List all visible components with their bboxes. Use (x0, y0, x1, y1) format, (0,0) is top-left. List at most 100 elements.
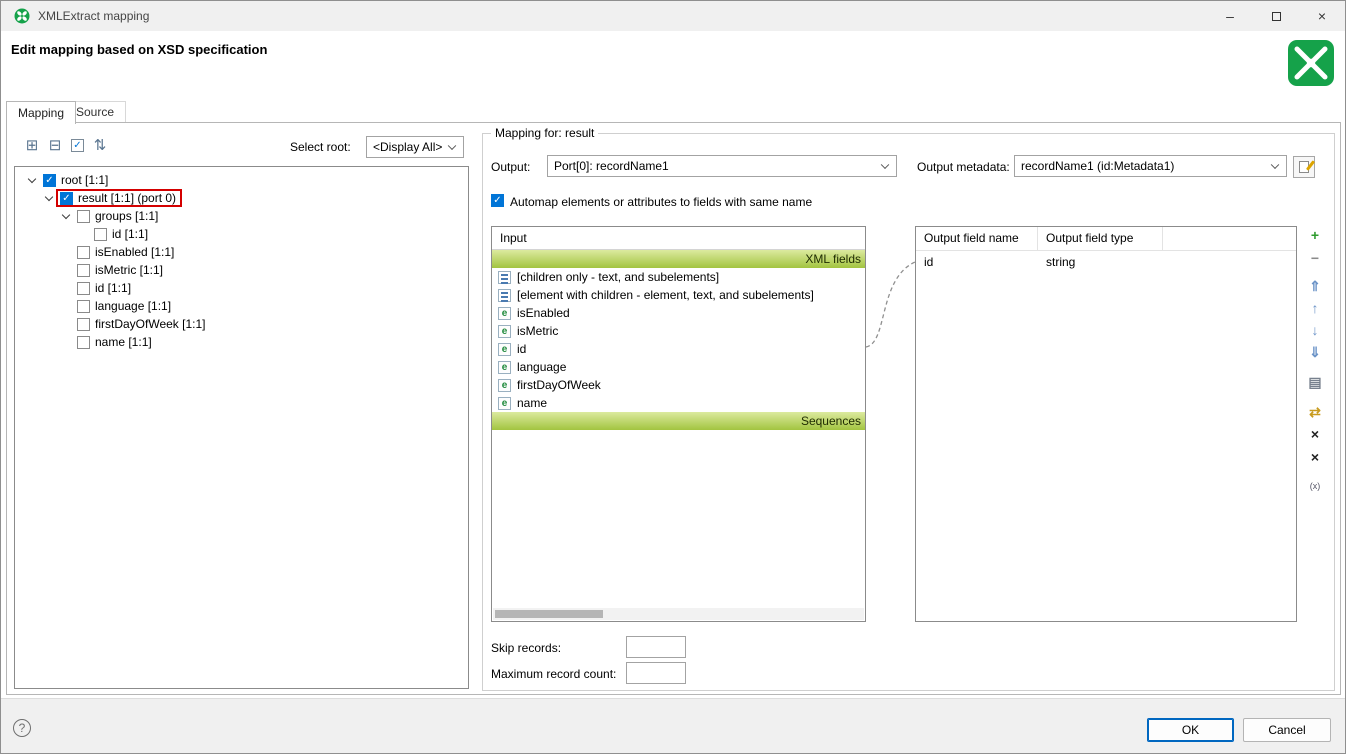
chevron-slot (59, 300, 72, 313)
dialog-title: Edit mapping based on XSD specification (11, 42, 267, 57)
tree-item-body: ✓root [1:1] (39, 171, 114, 189)
input-section-band: Sequences (492, 412, 865, 430)
tree-item-checkbox[interactable] (77, 336, 90, 349)
tree-item-checkbox[interactable] (77, 210, 90, 223)
add-field-icon[interactable]: + (1306, 226, 1324, 244)
move-bottom-icon[interactable]: ⇓ (1306, 343, 1324, 361)
help-button[interactable]: ? (13, 719, 31, 737)
chevron-slot (59, 246, 72, 259)
tab-mapping[interactable]: Mapping (6, 101, 76, 124)
tree-item-checkbox[interactable] (77, 282, 90, 295)
scrollbar-thumb[interactable] (495, 610, 603, 618)
skip-records-input[interactable] (626, 636, 686, 658)
output-table-body: idstring (916, 251, 1296, 273)
tree-item-checkbox[interactable]: ✓ (60, 192, 73, 205)
edit-metadata-icon (1299, 161, 1309, 173)
element-icon: e (498, 343, 511, 356)
input-field-item[interactable]: ename (492, 394, 865, 412)
close-button[interactable]: × (1299, 1, 1345, 31)
output-column-filler (1163, 227, 1296, 250)
output-table-row[interactable]: idstring (916, 251, 1296, 273)
select-root-label: Select root: (290, 140, 351, 154)
output-column-header[interactable]: Output field type (1038, 227, 1163, 250)
tree-item[interactable]: firstDayOfWeek [1:1] (15, 315, 468, 333)
xsd-tree[interactable]: ✓root [1:1]✓result [1:1] (port 0) groups … (14, 166, 469, 689)
edit-metadata-button[interactable] (1293, 156, 1315, 178)
input-field-item[interactable]: eisMetric (492, 322, 865, 340)
tree-item[interactable]: ✓result [1:1] (port 0) (15, 189, 468, 207)
tree-item-checkbox[interactable]: ✓ (43, 174, 56, 187)
input-field-item[interactable]: eid (492, 340, 865, 358)
xmlextract-mapping-dialog: XMLExtract mapping – × Edit mapping base… (0, 0, 1346, 754)
tree-item[interactable]: name [1:1] (15, 333, 468, 351)
tree-item[interactable]: ✓root [1:1] (15, 171, 468, 189)
maximize-icon (1272, 12, 1281, 21)
tree-item[interactable]: id [1:1] (15, 279, 468, 297)
maximize-button[interactable] (1253, 1, 1299, 31)
collapse-all-icon[interactable]: ⊟ (46, 136, 64, 154)
input-field-item[interactable]: e firstDayOfWeek (492, 376, 865, 394)
element-icon: e (498, 379, 511, 392)
chevron-expanded-icon[interactable] (25, 174, 38, 187)
input-field-label: firstDayOfWeek (517, 378, 601, 392)
tree-order-icon[interactable]: ⇅ (91, 136, 109, 154)
tree-item-checkbox[interactable] (77, 318, 90, 331)
select-fields-icon[interactable]: ▤ (1306, 373, 1324, 391)
output-column-header[interactable]: Output field name (916, 227, 1038, 250)
horizontal-scrollbar[interactable] (493, 608, 864, 620)
chevron-glyph (44, 192, 52, 200)
wildcard-mapping-icon[interactable]: (x) (1306, 477, 1324, 495)
tree-item[interactable]: language [1:1] (15, 297, 468, 315)
expand-all-icon[interactable]: ⊞ (23, 136, 41, 154)
tree-item-label: isMetric [1:1] (95, 263, 163, 277)
element-children-icon (498, 289, 511, 302)
mapping-tab-content: ⊞ ⊟ ✓ ⇅ Select root: <Display All> ✓root [1… (6, 122, 1341, 695)
clear-all-mappings-icon[interactable]: × (1306, 448, 1324, 466)
input-field-label: language (517, 360, 566, 374)
move-up-icon[interactable]: ↑ (1306, 299, 1324, 317)
tree-item[interactable]: groups [1:1] (15, 207, 468, 225)
input-field-label: name (517, 396, 547, 410)
tree-item-label: groups [1:1] (95, 209, 158, 223)
output-metadata-select[interactable]: recordName1 (id:Metadata1) (1014, 155, 1287, 177)
chevron-expanded-icon[interactable] (59, 210, 72, 223)
output-fields-table[interactable]: Output field nameOutput field type idstr… (915, 226, 1297, 622)
tree-item[interactable]: isEnabled [1:1] (15, 243, 468, 261)
input-field-item[interactable]: elanguage (492, 358, 865, 376)
output-metadata-label: Output metadata: (917, 160, 1010, 174)
move-top-icon[interactable]: ⇑ (1306, 277, 1324, 295)
tree-item-checkbox[interactable] (77, 246, 90, 259)
check-all-icon[interactable]: ✓ (71, 139, 84, 152)
select-root-value: <Display All> (373, 140, 442, 154)
select-root-dropdown[interactable]: <Display All> (366, 136, 464, 158)
clover-logo (1288, 40, 1334, 86)
input-field-item[interactable]: [children only - text, and subelements] (492, 268, 865, 286)
tree-item-label: isEnabled [1:1] (95, 245, 174, 259)
skip-records-label: Skip records: (491, 641, 561, 655)
cancel-button[interactable]: Cancel (1243, 718, 1331, 742)
element-icon: e (498, 325, 511, 338)
output-metadata-value: recordName1 (id:Metadata1) (1021, 159, 1174, 173)
tree-item-checkbox[interactable] (94, 228, 107, 241)
remove-field-icon[interactable]: − (1306, 249, 1324, 267)
max-record-count-input[interactable] (626, 662, 686, 684)
tree-item-checkbox[interactable] (77, 300, 90, 313)
element-icon: e (498, 307, 511, 320)
tree-item[interactable]: isMetric [1:1] (15, 261, 468, 279)
text-children-icon (498, 271, 511, 284)
tree-item[interactable]: id [1:1] (15, 225, 468, 243)
clear-mapping-icon[interactable]: × (1306, 425, 1324, 443)
minimize-button[interactable]: – (1207, 1, 1253, 31)
ok-button[interactable]: OK (1147, 718, 1234, 742)
input-field-item[interactable]: [element with children - element, text, … (492, 286, 865, 304)
tree-toolbar: ⊞ ⊟ ✓ ⇅ (23, 136, 109, 154)
input-field-item[interactable]: eisEnabled (492, 304, 865, 322)
dialog-footer: ? OK Cancel (1, 698, 1345, 754)
move-down-icon[interactable]: ↓ (1306, 321, 1324, 339)
input-field-label: [children only - text, and subelements] (517, 270, 719, 284)
automap-icon[interactable]: ⇄ (1306, 403, 1324, 421)
automap-checkbox[interactable]: ✓ (491, 194, 504, 207)
tree-item-checkbox[interactable] (77, 264, 90, 277)
output-port-select[interactable]: Port[0]: recordName1 (547, 155, 897, 177)
chevron-expanded-icon[interactable] (42, 192, 55, 205)
